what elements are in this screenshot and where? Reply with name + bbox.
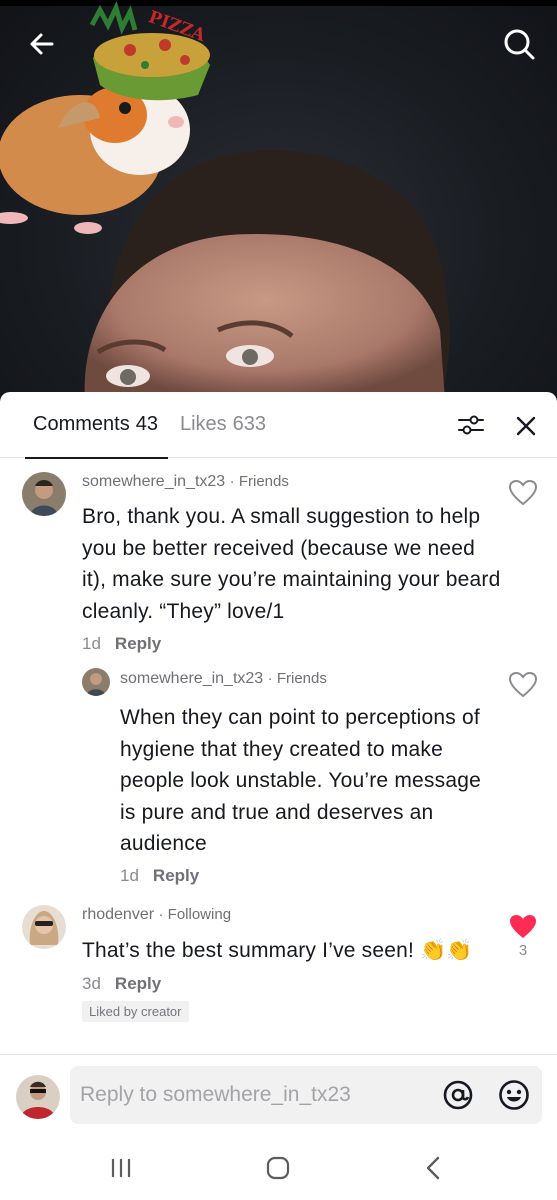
comment-reply-item: somewhere_in_tx23 · Friends When they ca…: [0, 658, 557, 890]
filter-icon[interactable]: [456, 412, 486, 438]
avatar[interactable]: [22, 905, 66, 949]
comment-item: somewhere_in_tx23 · Friends Bro, thank y…: [0, 458, 557, 658]
reply-input-box[interactable]: [70, 1066, 542, 1124]
heart-filled-icon[interactable]: [509, 914, 537, 940]
comment-meta: 1d Reply: [120, 866, 199, 886]
tab-comments-count: 43: [135, 413, 158, 435]
comment-text: When they can point to perceptions of hy…: [120, 706, 481, 855]
chevron-left-icon: [426, 1156, 440, 1180]
comment-meta: 1d Reply: [82, 634, 161, 654]
my-avatar: [16, 1075, 60, 1119]
avatar[interactable]: [22, 472, 66, 516]
like-count: 3: [518, 942, 528, 959]
comment-time: 3d: [82, 974, 101, 993]
comment-meta: 3d Reply: [82, 974, 161, 994]
recent-apps-button[interactable]: [101, 1152, 141, 1184]
comment-time: 1d: [120, 866, 139, 885]
system-nav-bar: [0, 1138, 557, 1200]
username-text: somewhere_in_tx23: [120, 670, 264, 687]
relation-text: Friends: [276, 670, 327, 687]
comment-username[interactable]: somewhere_in_tx23 · Friends: [82, 473, 289, 491]
reply-input[interactable]: [80, 1066, 430, 1124]
relation-text: Friends: [238, 473, 289, 490]
reply-button[interactable]: Reply: [115, 974, 161, 993]
reply-button[interactable]: Reply: [115, 634, 161, 653]
reply-bar: [0, 1054, 557, 1138]
username-text: rhodenver: [82, 906, 155, 923]
tab-comments[interactable]: Comments 43: [25, 392, 168, 459]
comment-username[interactable]: somewhere_in_tx23 · Friends: [120, 670, 327, 688]
tab-comments-label: Comments: [33, 413, 130, 435]
emoji-icon[interactable]: [498, 1079, 530, 1111]
relation-text: Following: [167, 906, 232, 923]
comment-username[interactable]: rhodenver · Following: [82, 906, 231, 924]
heart-outline-icon[interactable]: [509, 480, 537, 506]
heart-outline-icon[interactable]: [509, 672, 537, 698]
comment-item: rhodenver · Following That’s the best su…: [0, 890, 557, 1058]
recent-apps-icon: [111, 1159, 131, 1177]
avatar[interactable]: [82, 668, 110, 696]
at-icon[interactable]: [442, 1079, 474, 1111]
home-icon: [266, 1156, 290, 1180]
username-text: somewhere_in_tx23: [82, 473, 226, 490]
back-button[interactable]: [22, 24, 62, 64]
close-icon[interactable]: [512, 412, 540, 440]
tab-likes-label: Likes: [179, 413, 227, 435]
comments-tabs: Comments 43 Likes 633: [0, 392, 557, 459]
comment-list[interactable]: somewhere_in_tx23 · Friends Bro, thank y…: [0, 458, 557, 1058]
search-icon: [504, 29, 535, 60]
arrow-left-icon: [30, 33, 54, 55]
home-button[interactable]: [258, 1152, 298, 1184]
video-player[interactable]: PIZZA: [0, 0, 557, 400]
reply-button[interactable]: Reply: [153, 866, 199, 885]
comment-text: That’s the best summary I’ve seen! 👏👏: [82, 939, 473, 962]
comment-text: Bro, thank you. A small suggestion to he…: [82, 505, 501, 623]
search-button[interactable]: [499, 24, 539, 64]
system-back-button[interactable]: [414, 1152, 454, 1184]
tab-likes[interactable]: Likes 633: [180, 392, 266, 458]
comment-time: 1d: [82, 634, 101, 653]
liked-by-creator-badge: Liked by creator: [82, 1001, 189, 1022]
comments-sheet: Comments 43 Likes 633 somewhere_in_tx23 …: [0, 392, 557, 1200]
tab-likes-count: 633: [232, 413, 267, 435]
